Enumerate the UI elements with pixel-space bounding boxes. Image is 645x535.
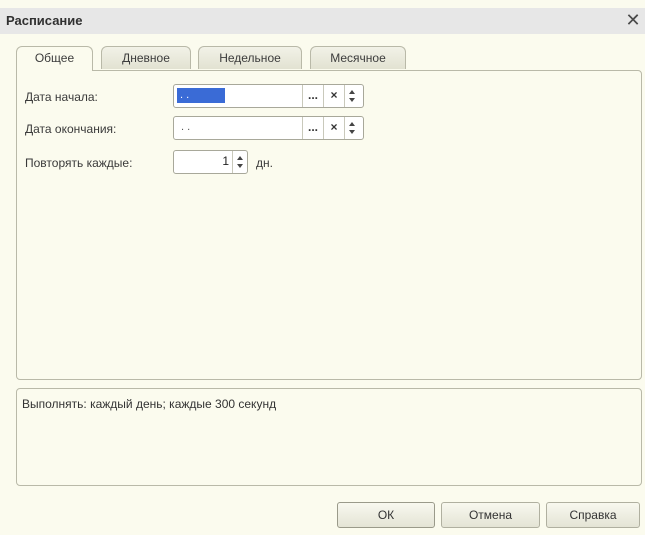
repeat-every-field[interactable]: 1 xyxy=(173,150,248,174)
tab-general[interactable]: Общее xyxy=(16,46,93,71)
end-date-spin[interactable] xyxy=(344,117,359,139)
schedule-description-text: Выполнять: каждый день; каждые 300 секун… xyxy=(22,397,277,411)
repeat-every-label: Повторять каждые: xyxy=(25,156,133,170)
schedule-description-box: Выполнять: каждый день; каждые 300 секун… xyxy=(16,388,642,486)
close-icon[interactable]: ✕ xyxy=(623,10,643,30)
repeat-unit-label: дн. xyxy=(256,156,273,170)
end-date-clear-button[interactable]: × xyxy=(323,117,344,139)
ok-button[interactable]: ОК xyxy=(337,502,435,528)
repeat-every-value[interactable]: 1 xyxy=(222,154,229,168)
tab-monthly[interactable]: Месячное xyxy=(310,46,406,69)
repeat-every-spin[interactable] xyxy=(232,151,247,173)
start-date-label: Дата начала: xyxy=(25,90,98,104)
title-bar: Расписание ✕ xyxy=(0,8,645,34)
end-date-field[interactable]: . . ... × xyxy=(173,116,364,140)
cancel-button[interactable]: Отмена xyxy=(441,502,540,528)
tab-panel-general: Дата начала: . . ... × Дата окончания: .… xyxy=(16,70,642,380)
tab-weekly[interactable]: Недельное xyxy=(198,46,302,69)
start-date-field[interactable]: . . ... × xyxy=(173,84,364,108)
start-date-spin[interactable] xyxy=(344,85,359,107)
end-date-label: Дата окончания: xyxy=(25,122,117,136)
start-date-clear-button[interactable]: × xyxy=(323,85,344,107)
start-date-select-button[interactable]: ... xyxy=(302,85,323,107)
dialog-title: Расписание xyxy=(6,13,83,28)
schedule-dialog: Расписание ✕ Общее Дневное Недельное Мес… xyxy=(0,0,645,535)
end-date-select-button[interactable]: ... xyxy=(302,117,323,139)
help-button[interactable]: Справка xyxy=(546,502,640,528)
end-date-value[interactable]: . . xyxy=(181,120,190,135)
tab-daily[interactable]: Дневное xyxy=(101,46,191,69)
start-date-value[interactable]: . . xyxy=(177,88,225,103)
